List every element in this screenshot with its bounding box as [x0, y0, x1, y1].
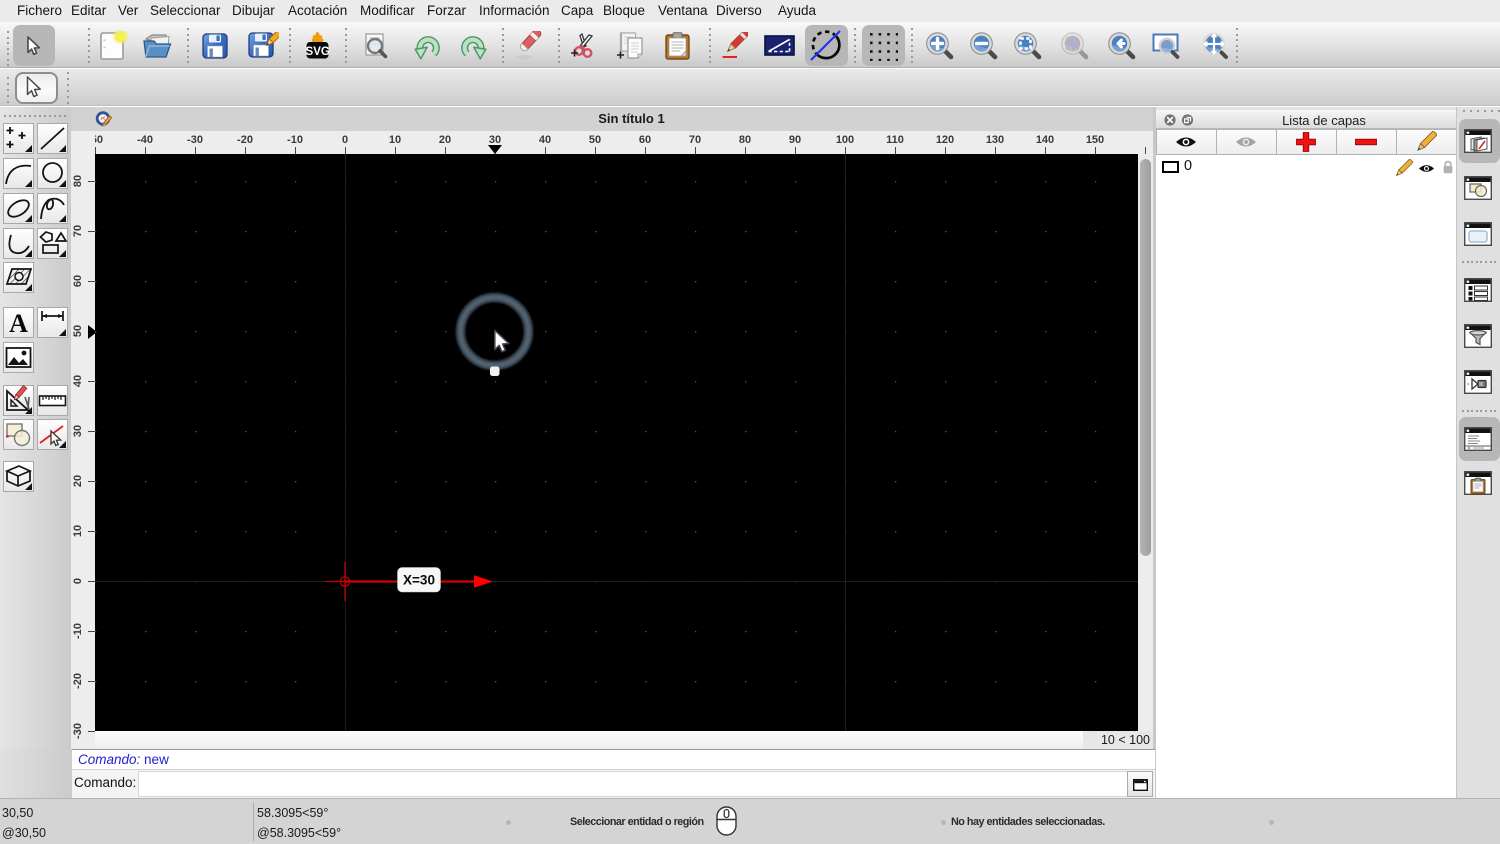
svg-text:SVG: SVG	[306, 46, 330, 58]
svg-text:A: A	[9, 309, 28, 338]
svg-text:X=30: X=30	[403, 573, 435, 588]
